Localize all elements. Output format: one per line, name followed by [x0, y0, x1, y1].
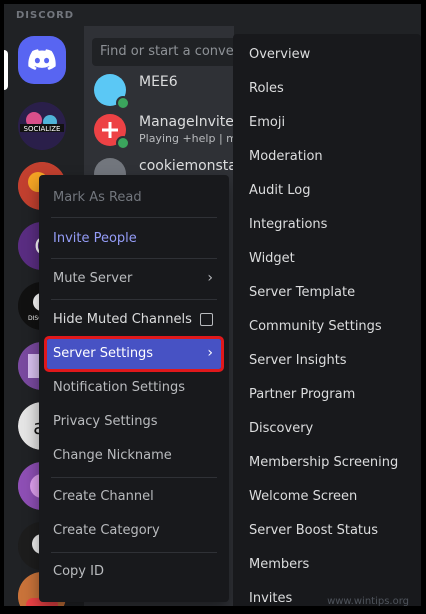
submenu-item-label: Integrations — [249, 217, 328, 232]
submenu-item-integrations[interactable]: Integrations — [241, 210, 413, 240]
menu-divider — [51, 299, 217, 300]
online-status-icon — [116, 96, 130, 110]
submenu-item-community-settings[interactable]: Community Settings — [241, 312, 413, 342]
submenu-item-overview[interactable]: Overview — [241, 40, 413, 70]
server-settings-submenu: Overview Roles Emoji Moderation Audit Lo… — [233, 34, 421, 606]
home-button[interactable] — [18, 36, 66, 84]
watermark-text: www.wintips.org — [327, 596, 409, 606]
menu-divider — [51, 258, 217, 259]
dm-name: cookiemonsta — [139, 158, 237, 174]
submenu-item-label: Invites — [249, 591, 293, 604]
active-server-indicator — [4, 50, 8, 90]
submenu-item-label: Members — [249, 557, 310, 572]
submenu-item-server-insights[interactable]: Server Insights — [241, 346, 413, 376]
submenu-item-label: Audit Log — [249, 183, 311, 198]
server-context-menu: Mark As Read Invite People Mute Server ›… — [39, 175, 229, 602]
title-bar: DISCORD — [4, 4, 421, 26]
dm-name: MEE6 — [139, 74, 178, 90]
submenu-item-discovery[interactable]: Discovery — [241, 414, 413, 444]
create-category-item[interactable]: Create Category — [47, 516, 221, 546]
submenu-item-label: Community Settings — [249, 319, 382, 334]
submenu-item-label: Moderation — [249, 149, 323, 164]
create-category-label: Create Category — [53, 523, 160, 538]
checkbox-icon[interactable] — [200, 313, 213, 326]
invite-people-label: Invite People — [53, 231, 137, 246]
menu-divider — [51, 477, 217, 478]
copy-id-label: Copy ID — [53, 564, 104, 579]
submenu-item-widget[interactable]: Widget — [241, 244, 413, 274]
invite-people-item[interactable]: Invite People — [47, 224, 221, 254]
dm-name: ManageInvite — [139, 114, 234, 130]
chevron-right-icon: › — [207, 345, 213, 361]
change-nickname-label: Change Nickname — [53, 448, 172, 463]
submenu-item-server-boost-status[interactable]: Server Boost Status — [241, 516, 413, 546]
mark-as-read-label: Mark As Read — [53, 190, 142, 205]
privacy-settings-item[interactable]: Privacy Settings — [47, 407, 221, 437]
submenu-item-members[interactable]: Members — [241, 550, 413, 580]
submenu-item-label: Roles — [249, 81, 284, 96]
mark-as-read-item[interactable]: Mark As Read — [47, 183, 221, 213]
submenu-item-label: Partner Program — [249, 387, 356, 402]
submenu-item-membership-screening[interactable]: Membership Screening — [241, 448, 413, 478]
app-logo-text: DISCORD — [16, 10, 75, 21]
server-settings-label: Server Settings — [53, 346, 154, 361]
submenu-item-welcome-screen[interactable]: Welcome Screen — [241, 482, 413, 512]
hide-muted-channels-item[interactable]: Hide Muted Channels — [47, 305, 221, 335]
submenu-item-label: Welcome Screen — [249, 489, 358, 504]
submenu-item-roles[interactable]: Roles — [241, 74, 413, 104]
submenu-item-emoji[interactable]: Emoji — [241, 108, 413, 138]
server-icon-socialize[interactable]: SOCIALIZE — [18, 102, 66, 150]
privacy-settings-label: Privacy Settings — [53, 414, 158, 429]
notification-settings-item[interactable]: Notification Settings — [47, 373, 221, 403]
submenu-item-label: Overview — [249, 47, 311, 62]
create-channel-item[interactable]: Create Channel — [47, 482, 221, 512]
notification-settings-label: Notification Settings — [53, 380, 186, 395]
submenu-item-moderation[interactable]: Moderation — [241, 142, 413, 172]
online-status-icon — [116, 136, 130, 150]
menu-divider — [51, 552, 217, 553]
discord-window: DISCORD SOCIALIZE Find or start a conver… — [4, 4, 421, 606]
copy-id-item[interactable]: Copy ID — [47, 557, 221, 587]
submenu-item-server-template[interactable]: Server Template — [241, 278, 413, 308]
mute-server-item[interactable]: Mute Server › — [47, 264, 221, 294]
socialize-server-icon: SOCIALIZE — [18, 102, 66, 150]
submenu-item-label: Membership Screening — [249, 455, 399, 470]
menu-divider — [51, 217, 217, 218]
socialize-label: SOCIALIZE — [24, 125, 61, 133]
change-nickname-item[interactable]: Change Nickname — [47, 441, 221, 471]
submenu-item-label: Widget — [249, 251, 295, 266]
submenu-item-label: Server Template — [249, 285, 356, 300]
server-settings-item[interactable]: Server Settings › — [44, 336, 224, 372]
hide-muted-channels-label: Hide Muted Channels — [53, 312, 192, 327]
chevron-right-icon: › — [207, 270, 213, 286]
submenu-item-label: Server Boost Status — [249, 523, 379, 538]
discord-logo-icon — [28, 49, 56, 70]
submenu-item-partner-program[interactable]: Partner Program — [241, 380, 413, 410]
submenu-item-label: Server Insights — [249, 353, 347, 368]
submenu-item-label: Discovery — [249, 421, 314, 436]
mute-server-label: Mute Server — [53, 271, 133, 286]
submenu-item-audit-log[interactable]: Audit Log — [241, 176, 413, 206]
create-channel-label: Create Channel — [53, 489, 154, 504]
submenu-item-label: Emoji — [249, 115, 286, 130]
